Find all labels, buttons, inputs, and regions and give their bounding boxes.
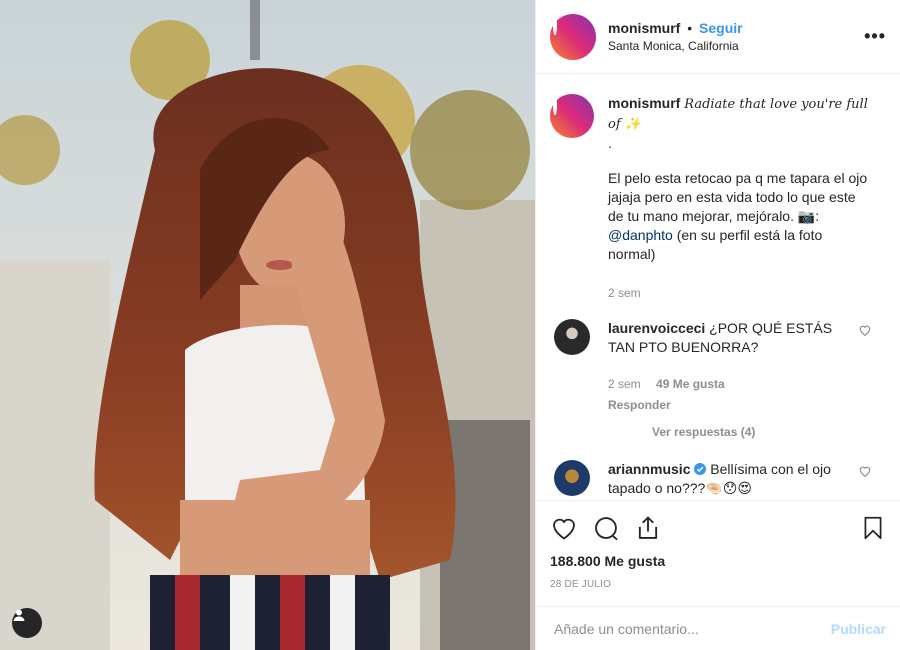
tagged-users-button[interactable] [12,608,42,638]
separator-dot: • [687,20,693,36]
post-side-panel: monismurf • Seguir Santa Monica, Califor… [535,0,900,650]
share-icon[interactable] [634,514,662,542]
comment-like-heart-icon[interactable] [858,464,872,478]
caption-avatar[interactable] [550,94,594,138]
comment-icon[interactable] [592,514,620,542]
comment-composer: Publicar [536,606,900,650]
comment-time: 2 sem [608,377,641,391]
comment-like-heart-icon[interactable] [858,323,872,337]
post-location[interactable]: Santa Monica, California [608,39,743,53]
comment-item: ariannmusic Bellísima con el ojo tapado … [550,460,886,498]
user-icon [13,609,25,621]
post-header: monismurf • Seguir Santa Monica, Califor… [536,0,900,74]
comment-input[interactable] [554,620,831,637]
caption-dot-line: . [608,135,612,151]
likes-count[interactable]: 188.800 Me gusta [550,553,886,569]
commenter-avatar[interactable] [554,319,590,355]
view-replies-button[interactable]: Ver respuestas (4) [652,423,848,442]
comments-list[interactable]: monismurf Radiate that love you're full … [536,74,900,500]
portrait-image [0,0,535,650]
post-actions: 188.800 Me gusta 28 DE JULIO [536,500,900,606]
caption-text: El pelo esta retocao pa q me tapara el o… [608,170,868,262]
commenter-username[interactable]: ariannmusic [608,461,690,477]
like-heart-icon[interactable] [550,514,578,542]
post-date: 28 DE JULIO [550,579,612,590]
comment-likes[interactable]: 49 Me gusta [656,377,725,391]
comment-item: laurenvoicceci ¿POR QUÉ ESTÁS TAN PTO BU… [550,319,886,442]
caption: monismurf Radiate that love you're full … [550,94,886,303]
publish-button[interactable]: Publicar [831,621,886,637]
verified-badge-icon [694,463,707,475]
caption-username[interactable]: monismurf [608,95,680,111]
more-options-icon[interactable]: ••• [864,26,886,47]
caption-time: 2 sem [608,286,641,300]
commenter-username[interactable]: laurenvoicceci [608,320,705,336]
author-username[interactable]: monismurf [608,20,680,36]
reply-button[interactable]: Responder [608,396,848,415]
author-avatar[interactable] [550,13,596,60]
commenter-avatar[interactable] [554,460,590,496]
bookmark-icon[interactable] [860,514,886,542]
post-photo[interactable] [0,0,535,650]
mention-link[interactable]: @danphto [608,227,673,243]
follow-button[interactable]: Seguir [699,20,743,36]
